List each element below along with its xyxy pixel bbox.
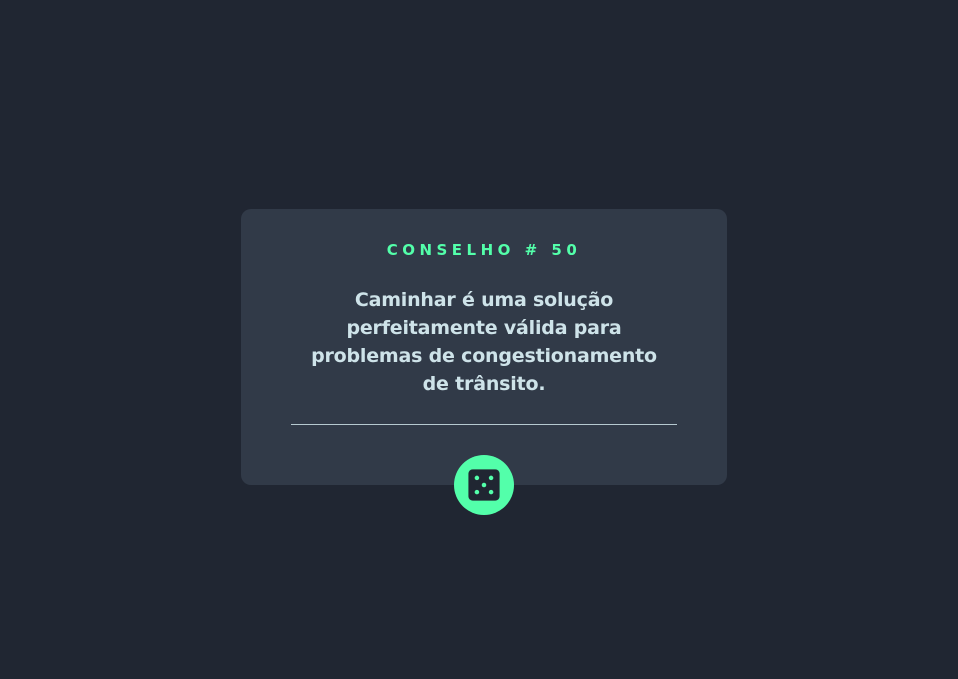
generate-advice-button[interactable] <box>454 455 514 515</box>
advice-card: CONSELHO # 50 Caminhar é uma solução per… <box>241 209 727 485</box>
dice-icon <box>468 469 500 501</box>
advice-text: Caminhar é uma solução perfeitamente vál… <box>311 289 657 395</box>
advice-id-label: CONSELHO # 50 <box>386 241 582 259</box>
divider <box>291 424 677 425</box>
advice-page: { "card": { "advice_id_label": "CONSELHO… <box>0 0 958 679</box>
